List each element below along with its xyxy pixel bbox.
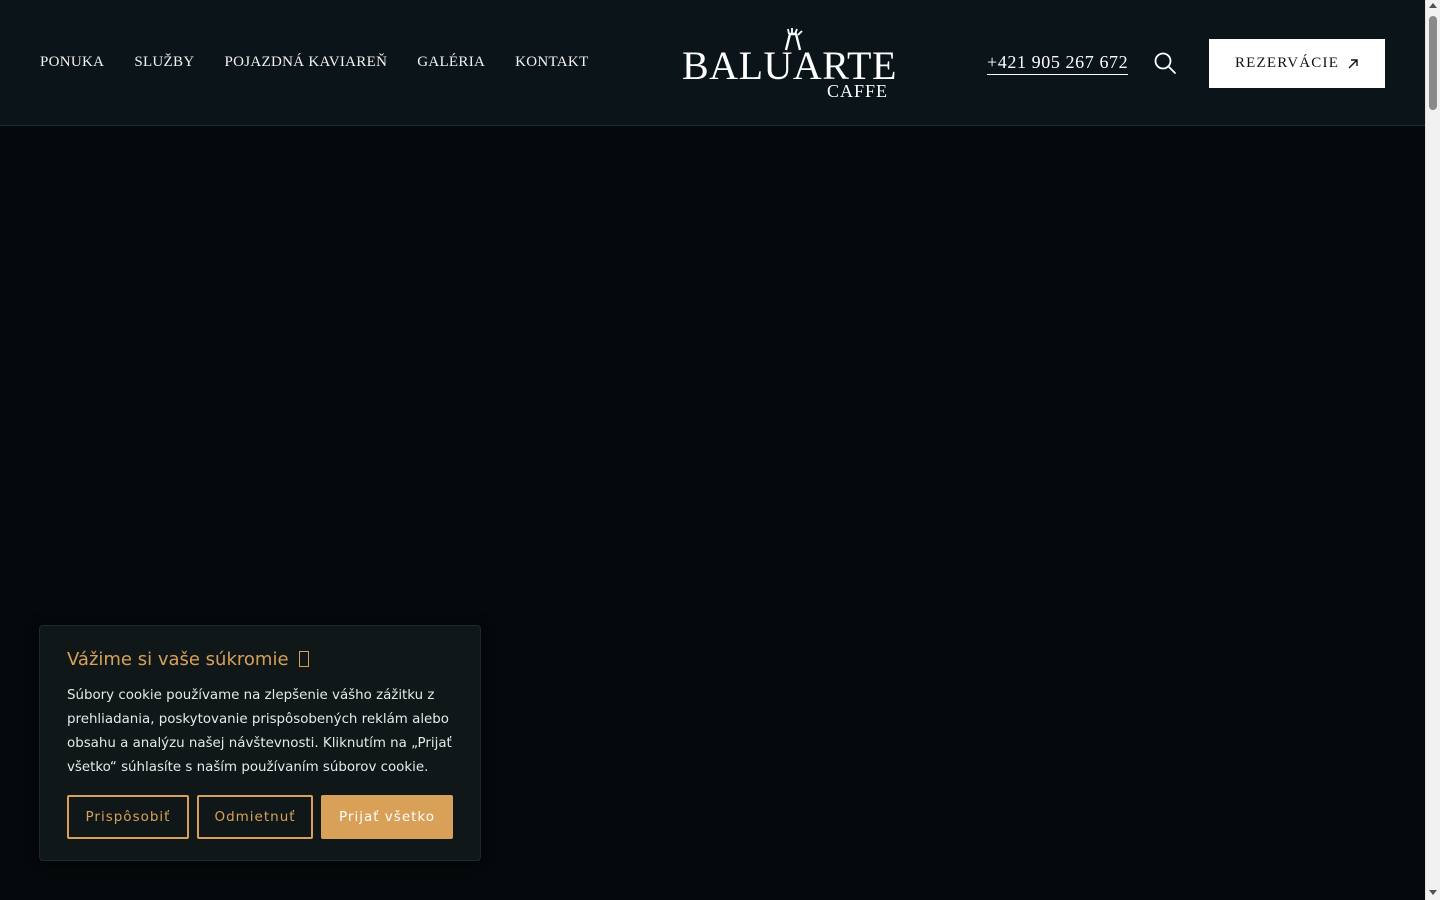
nav-item-galeria[interactable]: GALÉRIA xyxy=(417,52,485,72)
scrollbar-thumb[interactable] xyxy=(1429,16,1437,110)
cookie-actions: Prispôsobiť Odmietnuť Prijať všetko xyxy=(67,795,453,839)
nav-item-ponuka[interactable]: PONUKA xyxy=(40,52,104,72)
reservations-label: REZERVÁCIE xyxy=(1234,55,1340,71)
nav-item-pojazdna-kaviaren[interactable]: POJAZDNÁ KAVIAREŇ xyxy=(224,52,387,72)
accept-all-button[interactable]: Prijať všetko xyxy=(321,795,453,839)
site-header: PONUKA SLUŽBY POJAZDNÁ KAVIAREŇ GALÉRIA … xyxy=(0,0,1425,126)
cookie-consent-banner: Vážime si vaše súkromie Súbory cookie po… xyxy=(39,625,481,861)
cookie-description: Súbory cookie používame na zlepšenie váš… xyxy=(67,688,452,775)
scroll-up-arrow-icon[interactable] xyxy=(1429,3,1437,8)
phone-link[interactable]: +421 905 267 672 xyxy=(987,51,1129,75)
cookie-title: Vážime si vaše súkromie xyxy=(67,648,453,672)
cookie-icon xyxy=(299,651,310,667)
scroll-down-arrow-icon[interactable] xyxy=(1429,890,1437,895)
reservations-button[interactable]: REZERVÁCIE xyxy=(1209,39,1385,88)
cookie-title-text: Vážime si vaše súkromie xyxy=(67,649,289,670)
reject-button[interactable]: Odmietnuť xyxy=(197,795,313,839)
page-viewport: PONUKA SLUŽBY POJAZDNÁ KAVIAREŇ GALÉRIA … xyxy=(0,0,1425,900)
logo-subtitle: CAFFE xyxy=(826,81,888,101)
main-nav: PONUKA SLUŽBY POJAZDNÁ KAVIAREŇ GALÉRIA … xyxy=(40,52,619,72)
customize-button[interactable]: Prispôsobiť xyxy=(67,795,189,839)
nav-item-sluzby[interactable]: SLUŽBY xyxy=(134,52,194,72)
site-logo[interactable]: BALUARTE CAFFE xyxy=(682,28,896,102)
arrow-up-right-icon xyxy=(1348,58,1358,68)
logo-wordmark: BALUARTE xyxy=(682,43,897,88)
page-scrollbar[interactable] xyxy=(1425,0,1440,900)
search-icon[interactable] xyxy=(1152,50,1178,76)
nav-item-kontakt[interactable]: KONTAKT xyxy=(515,52,588,72)
